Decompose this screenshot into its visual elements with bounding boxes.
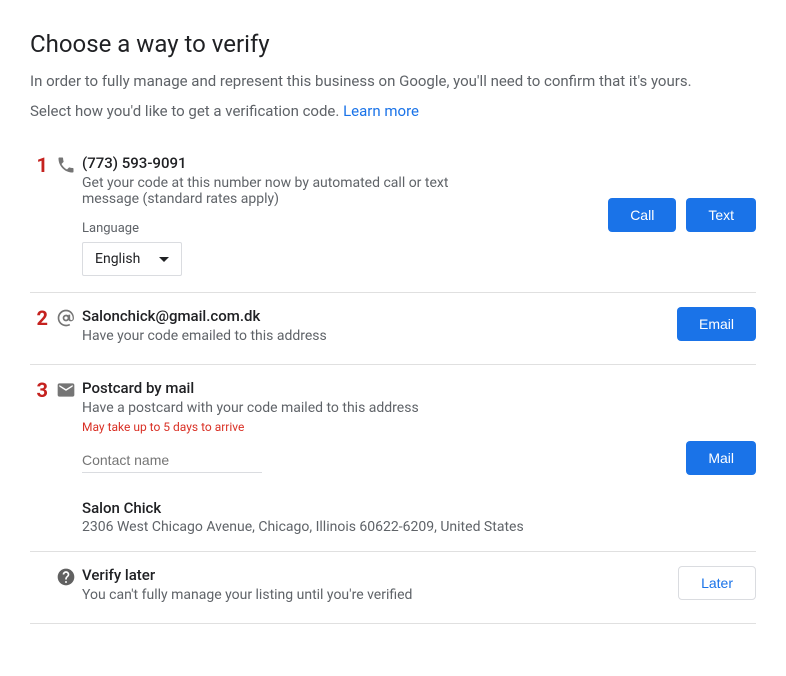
mail-title: Postcard by mail [82,379,756,397]
email-button[interactable]: Email [677,307,756,341]
option-phone: 1 (773) 593-9091 Get your code at this n… [30,140,756,293]
phone-number: (773) 593-9091 [82,154,756,172]
later-button[interactable]: Later [678,566,756,600]
mail-icon [50,379,82,400]
language-select[interactable]: English [82,242,182,276]
intro-prefix: Select how you'd like to get a verificat… [30,102,343,120]
business-name: Salon Chick [82,499,756,517]
option-later: Verify later You can't fully manage your… [30,552,756,624]
option-mail: 3 Postcard by mail Have a postcard with … [30,365,756,552]
later-title: Verify later [82,566,756,584]
mail-desc: Have a postcard with your code mailed to… [82,400,756,416]
later-desc: You can't fully manage your listing unti… [82,587,756,603]
intro-line-2: Select how you'd like to get a verificat… [30,102,756,120]
at-icon [50,307,82,328]
business-address: 2306 West Chicago Avenue, Chicago, Illin… [82,519,756,535]
language-value: English [95,251,140,267]
learn-more-link[interactable]: Learn more [343,102,419,120]
page-title: Choose a way to verify [30,30,756,58]
mail-button[interactable]: Mail [686,441,756,475]
text-button[interactable]: Text [686,198,756,232]
annotation-number-1: 1 [30,154,48,176]
intro-line-1: In order to fully manage and represent t… [30,72,756,90]
phone-desc: Get your code at this number now by auto… [82,175,502,207]
contact-name-input[interactable] [82,448,262,473]
call-button[interactable]: Call [608,198,676,232]
annotation-number-3: 3 [30,379,48,401]
email-address: Salonchick@gmail.com.dk [82,307,756,325]
option-email: 2 Salonchick@gmail.com.dk Have your code… [30,293,756,365]
chevron-down-icon [159,257,169,262]
annotation-number-2: 2 [30,307,48,329]
verification-options: 1 (773) 593-9091 Get your code at this n… [30,140,756,624]
email-desc: Have your code emailed to this address [82,328,756,344]
help-icon [50,566,82,587]
mail-warning: May take up to 5 days to arrive [82,420,756,434]
phone-icon [50,154,82,175]
